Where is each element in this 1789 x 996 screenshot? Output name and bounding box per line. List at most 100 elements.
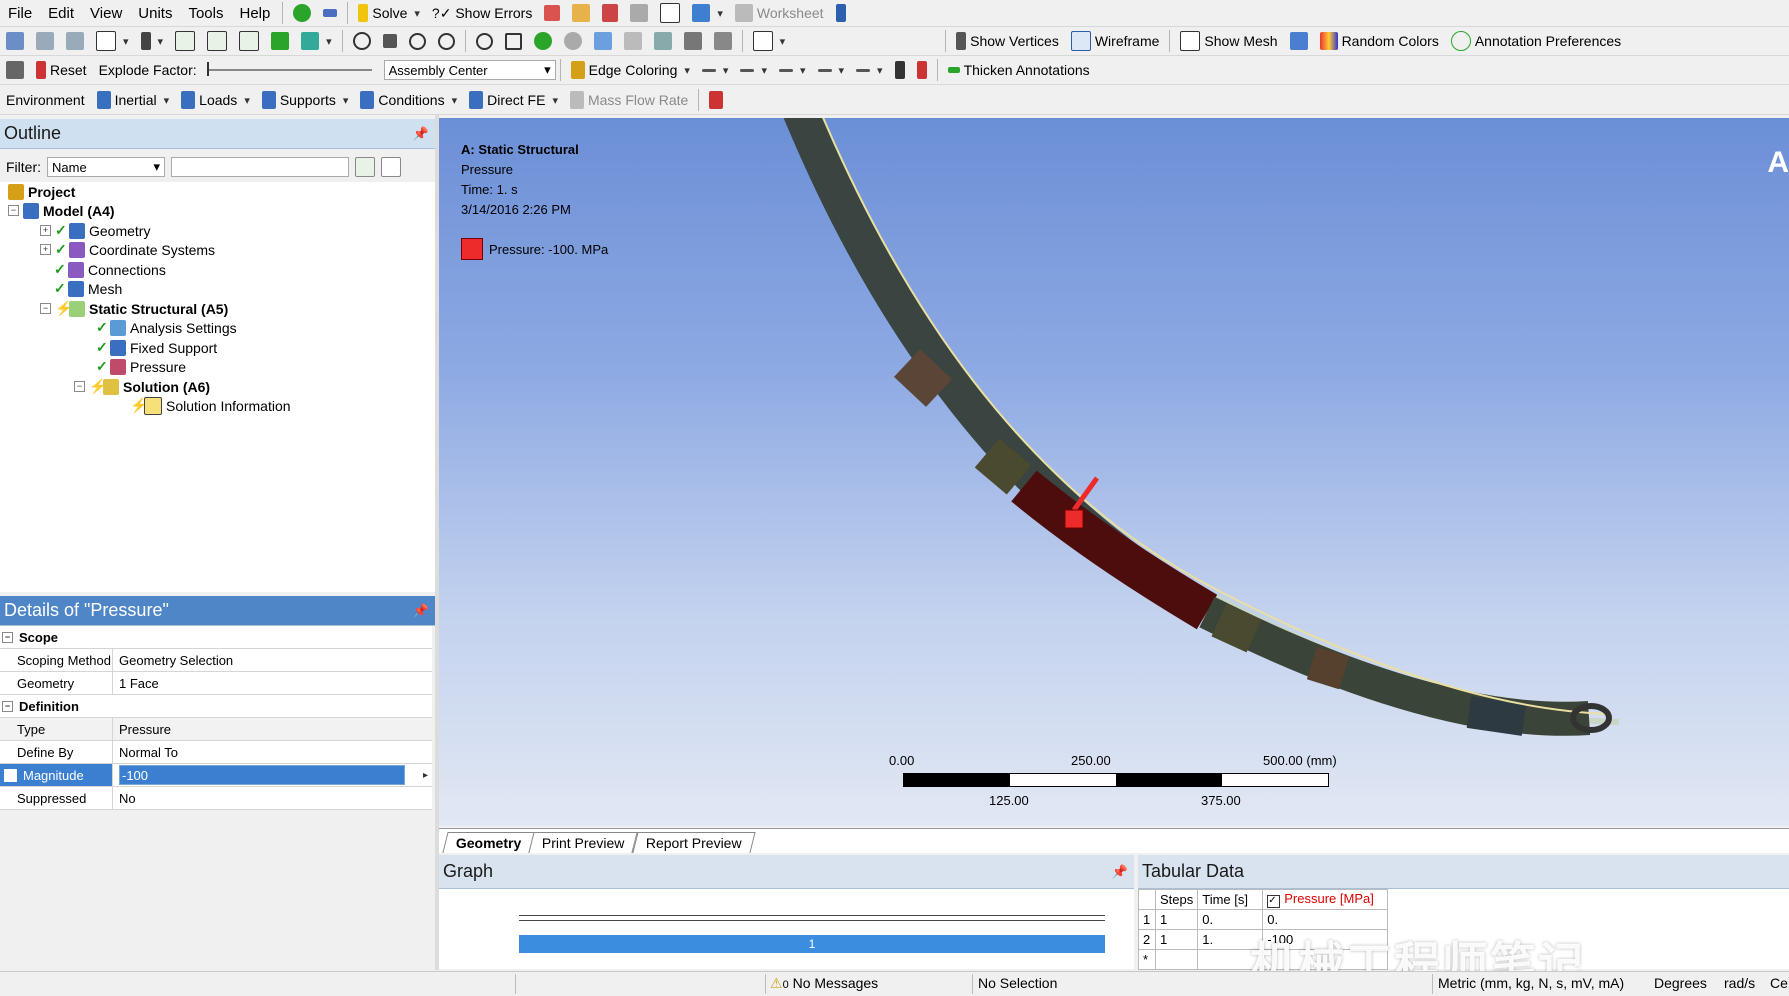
tree-item-model[interactable]: − Model (A4) xyxy=(8,201,115,220)
collapse-icon[interactable]: − xyxy=(74,381,85,392)
collapse-icon[interactable]: − xyxy=(2,700,13,712)
point-select-button[interactable] xyxy=(30,29,60,53)
magnitude-input[interactable] xyxy=(119,765,405,785)
tab-report-preview[interactable]: Report Preview xyxy=(632,832,756,853)
tree-item-coordinate-systems[interactable]: + ✓ Coordinate Systems xyxy=(40,240,215,259)
direct-fe-button[interactable]: Direct FE xyxy=(463,88,564,112)
row-value[interactable]: 1 Face xyxy=(113,672,432,694)
mass-flow-rate-button[interactable]: Mass Flow Rate xyxy=(564,88,694,112)
probe-button[interactable] xyxy=(624,1,654,25)
step-bar[interactable]: 1 xyxy=(519,935,1105,953)
collapse-icon[interactable]: − xyxy=(2,631,13,643)
assembly-center-select[interactable]: Assembly Center ▾ xyxy=(383,60,556,80)
body-select-button[interactable] xyxy=(265,29,295,53)
annotation-button[interactable] xyxy=(654,1,686,25)
zoom-button[interactable] xyxy=(403,29,432,53)
row-type[interactable]: Type Pressure xyxy=(0,718,432,741)
select-mode-button[interactable] xyxy=(0,29,30,53)
temperature-units-status[interactable]: Ce xyxy=(1770,975,1788,991)
zoom-in-button[interactable] xyxy=(528,29,558,53)
inertial-button[interactable]: Inertial xyxy=(91,88,176,112)
clear-filter-icon[interactable] xyxy=(381,157,401,177)
rotate-button[interactable] xyxy=(347,29,377,53)
menu-units[interactable]: Units xyxy=(130,5,180,22)
pointer-button[interactable] xyxy=(135,29,170,53)
column-checkbox[interactable]: ✓ xyxy=(1267,895,1281,908)
tree-item-geometry[interactable]: + ✓ Geometry xyxy=(40,221,150,240)
tree-link-button[interactable] xyxy=(317,1,343,25)
box-select-button[interactable] xyxy=(90,29,135,53)
collapse-icon[interactable]: − xyxy=(8,205,19,216)
edge-style-3-button[interactable] xyxy=(773,58,812,82)
cell-steps[interactable]: 1 xyxy=(1154,929,1199,950)
tab-print-preview[interactable]: Print Preview xyxy=(528,832,639,853)
tree-item-solution[interactable]: − ⚡ Solution (A6) xyxy=(74,377,210,396)
thin-button[interactable] xyxy=(911,58,933,82)
box-zoom-button[interactable] xyxy=(432,29,461,53)
random-colors-button[interactable]: Random Colors xyxy=(1314,29,1445,53)
show-mesh-button[interactable]: Show Mesh xyxy=(1174,29,1283,53)
show-errors-button[interactable]: ?✓ Show Errors xyxy=(426,1,538,25)
expand-icon[interactable]: + xyxy=(40,225,51,236)
tree-item-mesh[interactable]: ✓ Mesh xyxy=(54,279,122,298)
conditions-button[interactable]: Conditions xyxy=(354,88,463,112)
edge-coloring-button[interactable]: Edge Coloring xyxy=(565,58,696,82)
zoom-window-button[interactable] xyxy=(499,29,528,53)
filter-select[interactable]: Name ▾ xyxy=(47,157,165,177)
menu-help[interactable]: Help xyxy=(232,5,279,22)
row-suppressed[interactable]: Suppressed No xyxy=(0,787,432,810)
col-pressure[interactable]: ✓ Pressure [MPa] xyxy=(1262,889,1389,910)
pressure-marker[interactable] xyxy=(1064,509,1084,529)
cell-steps[interactable]: 1 xyxy=(1154,909,1199,930)
row-magnitude[interactable]: Magnitude ▸ xyxy=(0,764,432,787)
slider-thumb[interactable] xyxy=(206,62,209,76)
units-status[interactable]: Metric (mm, kg, N, s, mV, mA) xyxy=(1438,975,1624,991)
node-select-button[interactable] xyxy=(60,29,90,53)
menu-view[interactable]: View xyxy=(82,5,130,22)
loads-button[interactable]: Loads xyxy=(175,88,256,112)
row-geometry[interactable]: Geometry 1 Face xyxy=(0,672,432,695)
pressure-face[interactable] xyxy=(1011,470,1218,630)
pin-icon[interactable]: 📌 xyxy=(413,603,429,619)
face-select-button[interactable] xyxy=(233,29,265,53)
tab-geometry[interactable]: Geometry xyxy=(442,832,535,853)
wireframe-button[interactable]: Wireframe xyxy=(1065,29,1166,53)
tree-item-pressure[interactable]: ✓ Pressure xyxy=(96,357,186,376)
chevron-right-icon[interactable]: ▸ xyxy=(423,770,428,781)
iso-button[interactable] xyxy=(588,29,618,53)
tree-item-project[interactable]: Project xyxy=(8,182,75,201)
chart-button[interactable] xyxy=(596,1,624,25)
menu-edit[interactable]: Edit xyxy=(40,5,82,22)
col-steps[interactable]: Steps xyxy=(1154,889,1199,910)
new-figure-button[interactable] xyxy=(538,1,566,25)
row-value[interactable]: Normal To xyxy=(113,741,432,763)
info-cursor-button[interactable] xyxy=(830,1,852,25)
vertex-select-button[interactable] xyxy=(169,29,201,53)
show-vertices-button[interactable]: Show Vertices xyxy=(950,29,1065,53)
tree-item-connections[interactable]: ✓ Connections xyxy=(54,260,166,279)
row-scoping-method[interactable]: Scoping Method Geometry Selection xyxy=(0,649,432,672)
cell-time[interactable]: 0. xyxy=(1197,909,1264,930)
row-value[interactable]: Geometry Selection xyxy=(113,649,432,671)
section-definition[interactable]: − Definition xyxy=(0,695,432,718)
pin-icon[interactable]: 📌 xyxy=(413,126,429,142)
worksheet-button[interactable]: Worksheet xyxy=(729,1,830,25)
parameter-checkbox[interactable] xyxy=(4,768,17,782)
leaf-spring-model[interactable] xyxy=(439,118,1789,826)
tree-item-analysis-settings[interactable]: ✓ Analysis Settings xyxy=(96,318,237,337)
extend-button[interactable] xyxy=(295,29,338,53)
messages-status[interactable]: ⚠0 No Messages xyxy=(770,975,878,992)
supports-button[interactable]: Supports xyxy=(256,88,355,112)
refresh-icon[interactable] xyxy=(355,157,375,177)
expand-icon[interactable]: + xyxy=(40,244,51,255)
edge-select-button[interactable] xyxy=(201,29,233,53)
check-button[interactable] xyxy=(287,1,317,25)
tag-button[interactable] xyxy=(708,29,738,53)
tree-item-static-structural[interactable]: − ⚡ Static Structural (A5) xyxy=(40,299,228,318)
pin-tool-button[interactable] xyxy=(889,58,911,82)
pin-icon[interactable]: 📌 xyxy=(1112,864,1128,880)
table-row[interactable]: 1 1 0. 0. xyxy=(1138,909,1389,930)
explode-factor-slider[interactable] xyxy=(206,62,372,76)
tree-item-fixed-support[interactable]: ✓ Fixed Support xyxy=(96,338,217,357)
edge-style-5-button[interactable] xyxy=(850,58,889,82)
